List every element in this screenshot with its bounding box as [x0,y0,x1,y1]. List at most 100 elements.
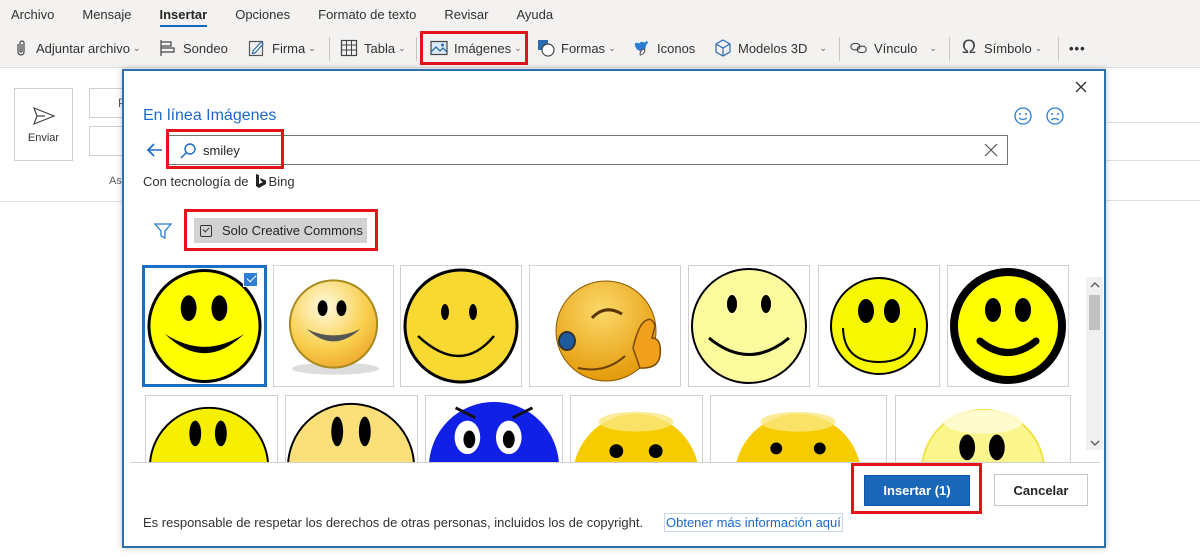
send-frown-button[interactable] [1045,106,1065,126]
poll-icon [159,39,177,57]
poll-label: Sondeo [183,40,228,56]
tab-insertar[interactable]: Insertar [159,0,207,30]
bing-icon [255,174,266,188]
ribbon-toolbar: Adjuntar archivo ⌄ Sondeo Firma ⌄ Tabla … [0,31,1200,65]
poll-button[interactable]: Sondeo [159,33,228,63]
link-label: Vínculo [874,40,918,56]
image-result-10[interactable] [425,395,563,462]
image-result-8[interactable] [145,395,278,462]
signature-button[interactable]: Firma ⌄ [248,33,316,63]
chevron-down-icon: ⌄ [1034,42,1043,53]
cube-icon [714,39,732,57]
signature-icon [248,39,266,57]
dialog-title: En línea Imágenes [143,107,277,124]
frown-icon [1046,107,1064,125]
smile-icon [1014,107,1032,125]
chevron-down-icon: ⌄ [819,42,827,53]
scroll-down-button[interactable] [1086,436,1103,450]
toolbar-separator [329,37,330,61]
ribbon: Archivo Mensaje Insertar Opciones Format… [0,0,1200,68]
tab-opciones[interactable]: Opciones [235,0,290,30]
shapes-icon [537,39,555,57]
powered-by: Con tecnología de Bing [143,173,295,189]
clear-search-icon[interactable] [983,142,999,158]
send-icon [32,106,56,125]
powered-by-text: Con tecnología de [143,173,249,189]
symbol-label: Símbolo [984,40,1032,56]
scrollbar-thumb[interactable] [1089,295,1100,330]
online-images-dialog: En línea Imágenes Con tecnología de Bing… [122,69,1106,548]
attach-file-button[interactable]: Adjuntar archivo ⌄ [12,33,141,63]
image-result-6[interactable] [818,265,940,387]
back-button[interactable] [144,139,166,161]
link-button[interactable]: Vínculo ⌄ [850,33,937,63]
image-result-4[interactable] [529,265,681,387]
close-icon [1075,81,1087,93]
divider [1106,200,1200,201]
chevron-down-icon: ⌄ [308,42,316,53]
close-button[interactable] [1071,77,1091,97]
paperclip-icon [12,39,30,57]
chevron-down-icon: ⌄ [398,42,406,53]
more-options-button[interactable]: ••• [1069,33,1086,63]
toolbar-separator [839,37,840,61]
image-result-2[interactable] [273,265,394,387]
tab-formato-de-texto[interactable]: Formato de texto [318,0,416,30]
toolbar-separator [1058,37,1059,61]
subject-label: As [109,175,122,187]
image-result-7[interactable] [947,265,1069,387]
search-highlight-frame [166,129,284,169]
tab-archivo[interactable]: Archivo [11,0,54,30]
filter-highlight-frame [184,209,378,251]
bing-label: Bing [268,173,295,189]
learn-more-link[interactable]: Obtener más información aquí [664,513,843,532]
search-box [168,135,1008,165]
table-button[interactable]: Tabla ⌄ [340,33,406,63]
image-results-grid [142,265,1079,462]
omega-icon: Ω [961,37,977,58]
ribbon-tabs: Archivo Mensaje Insertar Opciones Format… [0,0,570,30]
search-input[interactable] [203,140,963,160]
divider [1106,122,1200,123]
chevron-up-icon [1090,281,1099,287]
divider [1106,160,1200,161]
more-icon: ••• [1069,40,1086,56]
chevron-down-icon: ⌄ [929,42,937,53]
divider [0,201,122,202]
send-button[interactable]: Enviar [14,88,73,161]
cancel-button[interactable]: Cancelar [994,474,1088,506]
selected-checkmark-icon [243,272,258,287]
arrow-left-icon [146,143,162,157]
shapes-label: Formas [561,40,606,56]
image-result-9[interactable] [285,395,418,462]
chevron-down-icon: ⌄ [132,42,141,53]
3d-models-label: Modelos 3D [738,40,808,56]
filter-icon [153,223,173,240]
image-result-1[interactable] [142,265,267,387]
shapes-button[interactable]: Formas ⌄ [537,33,616,63]
3d-models-button[interactable]: Modelos 3D ⌄ [714,33,827,63]
tab-ayuda[interactable]: Ayuda [516,0,553,30]
image-result-13[interactable] [895,395,1071,462]
link-icon [850,39,868,57]
bing-logo: Bing [255,173,295,189]
scroll-up-button[interactable] [1086,277,1103,291]
attach-file-label: Adjuntar archivo [36,40,130,56]
send-smile-button[interactable] [1013,106,1033,126]
image-result-12[interactable] [710,395,887,462]
image-result-5[interactable] [688,265,810,387]
image-result-11[interactable] [570,395,703,462]
send-label: Enviar [27,131,60,144]
toolbar-separator [949,37,950,61]
tab-mensaje[interactable]: Mensaje [82,0,131,30]
chevron-down-icon [1090,440,1099,446]
tab-revisar[interactable]: Revisar [444,0,488,30]
icons-label: Iconos [657,40,696,56]
icons-button[interactable]: Iconos [633,33,695,63]
table-label: Tabla [364,40,396,56]
filter-button[interactable] [153,221,173,241]
image-result-3[interactable] [400,265,522,387]
signature-label: Firma [272,40,306,56]
symbol-button[interactable]: Ω Símbolo ⌄ [960,33,1042,63]
image-grid-scrollbar[interactable] [1086,277,1103,450]
